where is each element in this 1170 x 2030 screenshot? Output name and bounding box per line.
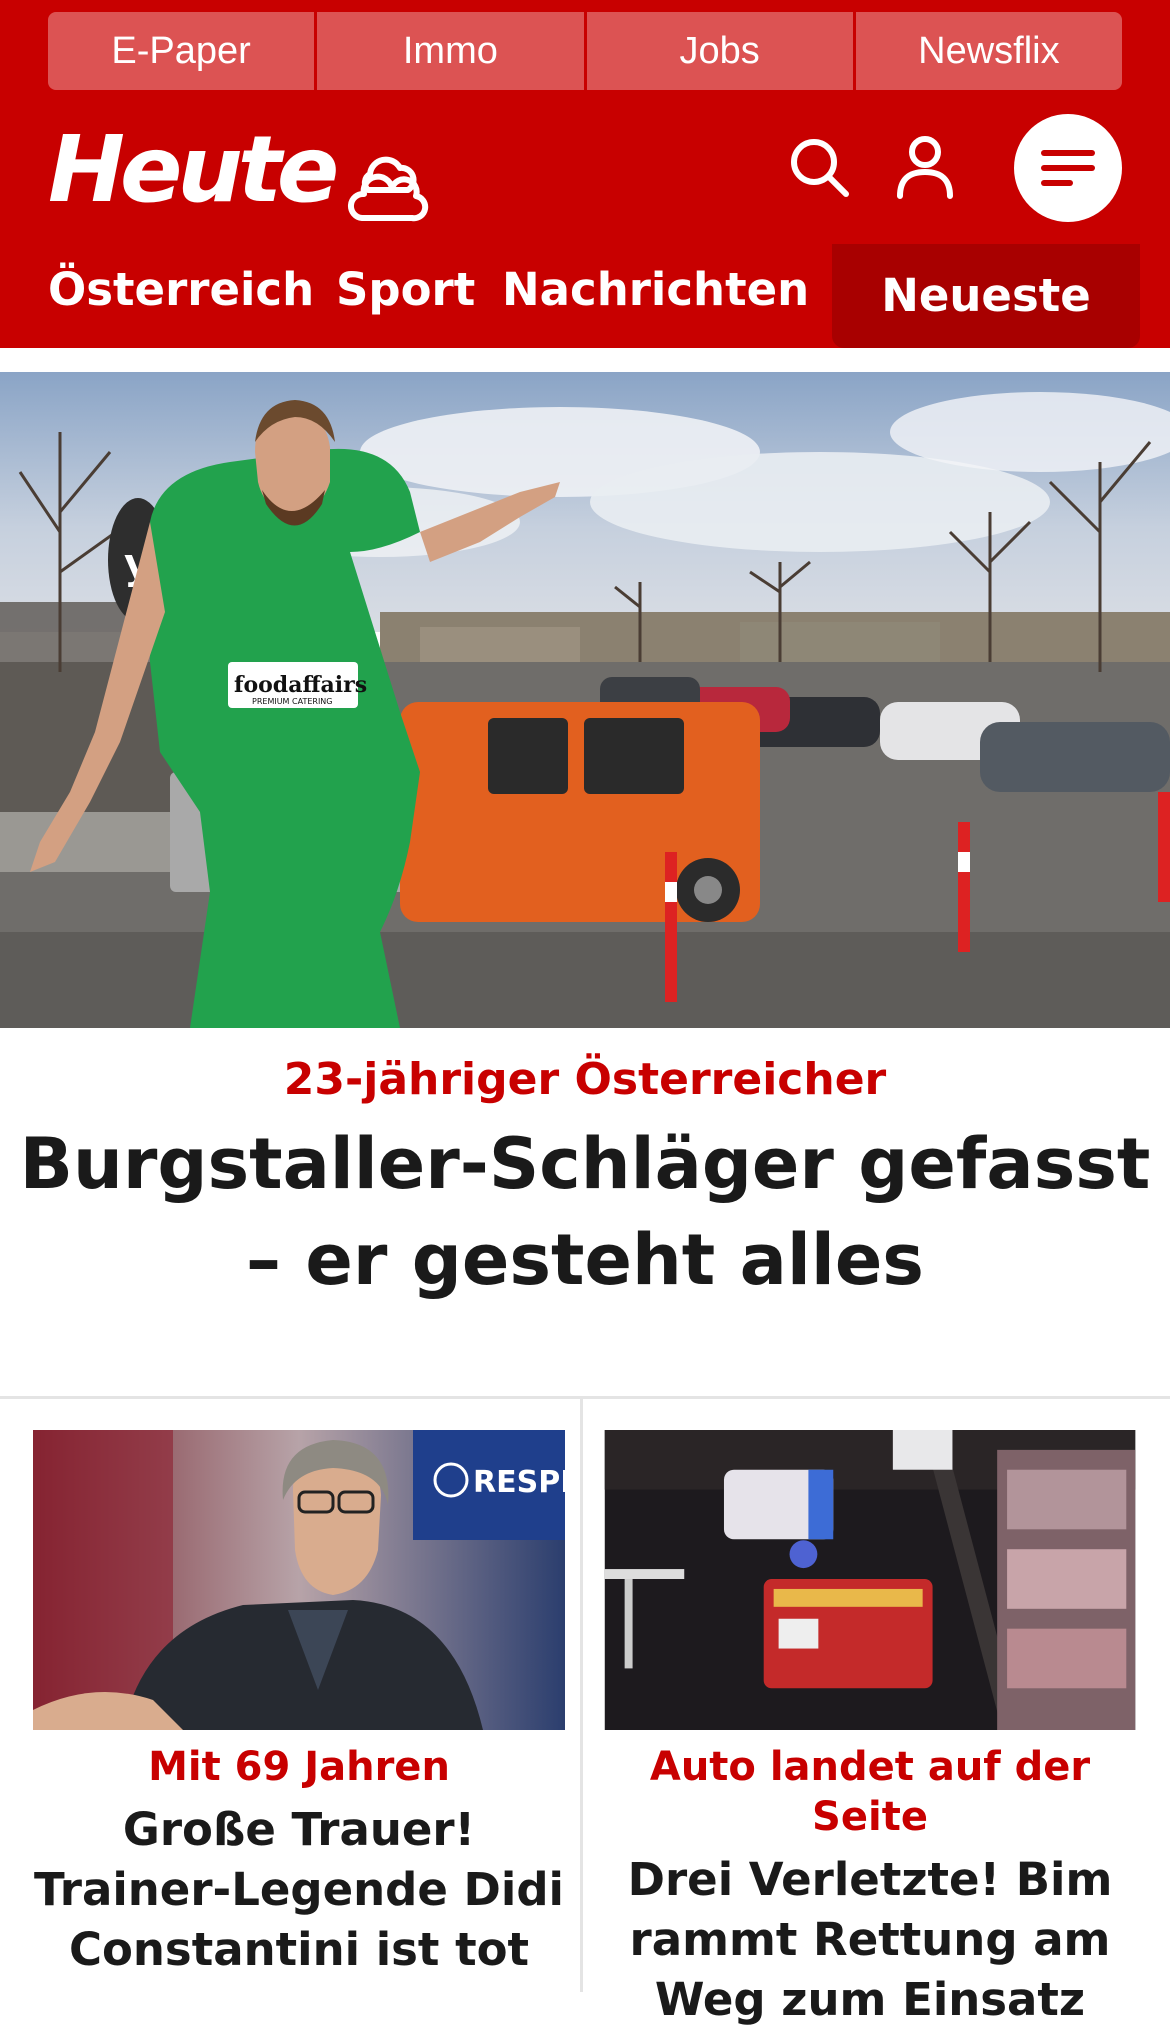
article-image: RESPECT: [33, 1430, 565, 1730]
hero-headline[interactable]: Burgstaller-Schläger gefasst – er gesteh…: [0, 1116, 1170, 1308]
site-header: E-Paper Immo Jobs Newsflix Heute Österre…: [0, 0, 1170, 348]
hero-shirt-subtext: PREMIUM CATERING: [252, 697, 332, 706]
section-nachrichten[interactable]: Nachrichten: [502, 260, 809, 320]
top-nav: E-Paper Immo Jobs Newsflix: [48, 12, 1122, 90]
hero-article[interactable]: 23-jähriger Österreicher Burgstaller-Sch…: [0, 1028, 1170, 1308]
user-icon[interactable]: [894, 134, 956, 200]
hero-kicker: 23-jähriger Österreicher: [283, 1054, 887, 1105]
section-nav: Österreich Sport Nachrichten Neueste: [0, 244, 1170, 348]
hero-image[interactable]: y foodaffairs PREMIUM CATERING: [0, 372, 1170, 1028]
section-neueste[interactable]: Neueste: [832, 244, 1140, 348]
section-sport[interactable]: Sport: [336, 260, 475, 320]
article-image-banner: RESPECT: [473, 1465, 565, 1500]
hero-shirt-sponsor: foodaffairs: [234, 672, 367, 698]
topnav-epaper[interactable]: E-Paper: [48, 12, 315, 90]
menu-icon: [1041, 150, 1095, 186]
search-icon[interactable]: [786, 134, 852, 200]
topnav-jobs[interactable]: Jobs: [583, 12, 853, 90]
article-kicker: Mit 69 Jahren: [148, 1744, 450, 1790]
hero-photo: y foodaffairs PREMIUM CATERING: [0, 372, 1170, 1028]
article-image: [604, 1430, 1136, 1730]
section-divider: [0, 1396, 1170, 1399]
article-headline[interactable]: Drei Verletzte! Bim rammt Rettung am Weg…: [603, 1850, 1137, 2030]
section-oesterreich[interactable]: Österreich: [48, 260, 314, 320]
article-card[interactable]: Auto landet auf der Seite Drei Verletzte…: [603, 1430, 1137, 2030]
topnav-immo[interactable]: Immo: [314, 12, 584, 90]
weather-cloud-icon[interactable]: [342, 144, 430, 224]
article-kicker: Auto landet auf der Seite: [649, 1744, 1091, 1840]
article-card[interactable]: RESPECT Mit 69 Jahren Große Trauer! Trai…: [33, 1430, 565, 1980]
menu-button[interactable]: [1014, 114, 1122, 222]
article-headline[interactable]: Große Trauer! Trainer-Legende Didi Const…: [33, 1800, 565, 1980]
topnav-newsflix[interactable]: Newsflix: [852, 12, 1122, 90]
site-logo[interactable]: Heute: [48, 120, 339, 220]
logo-bar: Heute: [0, 100, 1170, 240]
column-divider: [580, 1399, 583, 1992]
